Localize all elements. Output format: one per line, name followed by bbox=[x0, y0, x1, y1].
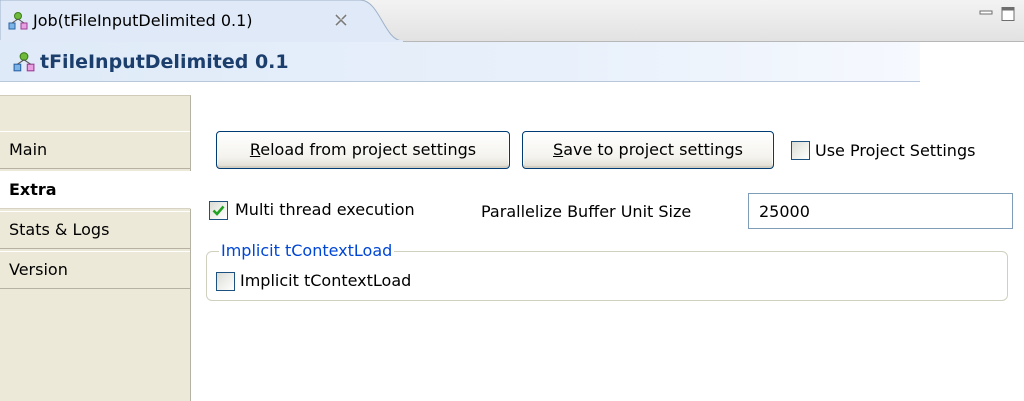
reload-mnemonic: R bbox=[249, 140, 261, 159]
buffer-size-label: Parallelize Buffer Unit Size bbox=[481, 202, 692, 221]
job-icon bbox=[13, 52, 35, 72]
reload-button-label: eload from project settings bbox=[260, 140, 477, 159]
minimize-icon[interactable] bbox=[978, 6, 994, 22]
header-spacer bbox=[920, 42, 1024, 82]
maximize-icon[interactable] bbox=[1000, 6, 1016, 22]
sidebar-item-extra[interactable]: Extra bbox=[0, 171, 191, 209]
editor-tab-title: Job(tFileInputDelimited 0.1) bbox=[33, 11, 253, 30]
implicit-context-load-legend: Implicit tContextLoad bbox=[219, 241, 395, 260]
multi-thread-checkbox[interactable] bbox=[209, 201, 228, 220]
check-icon bbox=[212, 205, 225, 216]
page-title: tFileInputDelimited 0.1 bbox=[40, 51, 289, 73]
sidebar-item-label: Extra bbox=[9, 180, 57, 199]
editor-tab-strip: Job(tFileInputDelimited 0.1) bbox=[0, 0, 1024, 42]
close-icon[interactable] bbox=[334, 13, 348, 27]
editor-tab[interactable]: Job(tFileInputDelimited 0.1) bbox=[0, 0, 403, 42]
save-to-project-settings-button[interactable]: Save to project settings bbox=[522, 131, 774, 169]
reload-from-project-settings-button[interactable]: Reload from project settings bbox=[216, 131, 510, 169]
job-icon bbox=[8, 12, 28, 30]
multi-thread-label: Multi thread execution bbox=[235, 200, 415, 219]
implicit-context-load-label: Implicit tContextLoad bbox=[240, 271, 412, 290]
sidebar-top-spacer bbox=[0, 95, 191, 112]
sidebar-item-version[interactable]: Version bbox=[0, 251, 190, 289]
save-button-label: ave to project settings bbox=[563, 140, 743, 159]
use-project-settings-checkbox[interactable] bbox=[791, 141, 810, 160]
implicit-context-load-checkbox[interactable] bbox=[216, 272, 235, 291]
sidebar-item-label: Stats & Logs bbox=[9, 220, 110, 239]
sidebar-item-main[interactable]: Main bbox=[0, 131, 190, 169]
sidebar-item-label: Main bbox=[9, 140, 48, 159]
buffer-size-input[interactable] bbox=[748, 193, 1013, 229]
use-project-settings-label: Use Project Settings bbox=[815, 141, 976, 160]
window-controls bbox=[978, 6, 1018, 22]
sidebar-item-label: Version bbox=[9, 260, 68, 279]
save-mnemonic: S bbox=[553, 140, 564, 159]
sidebar-item-stats-logs[interactable]: Stats & Logs bbox=[0, 211, 190, 249]
component-header: tFileInputDelimited 0.1 bbox=[0, 42, 920, 82]
